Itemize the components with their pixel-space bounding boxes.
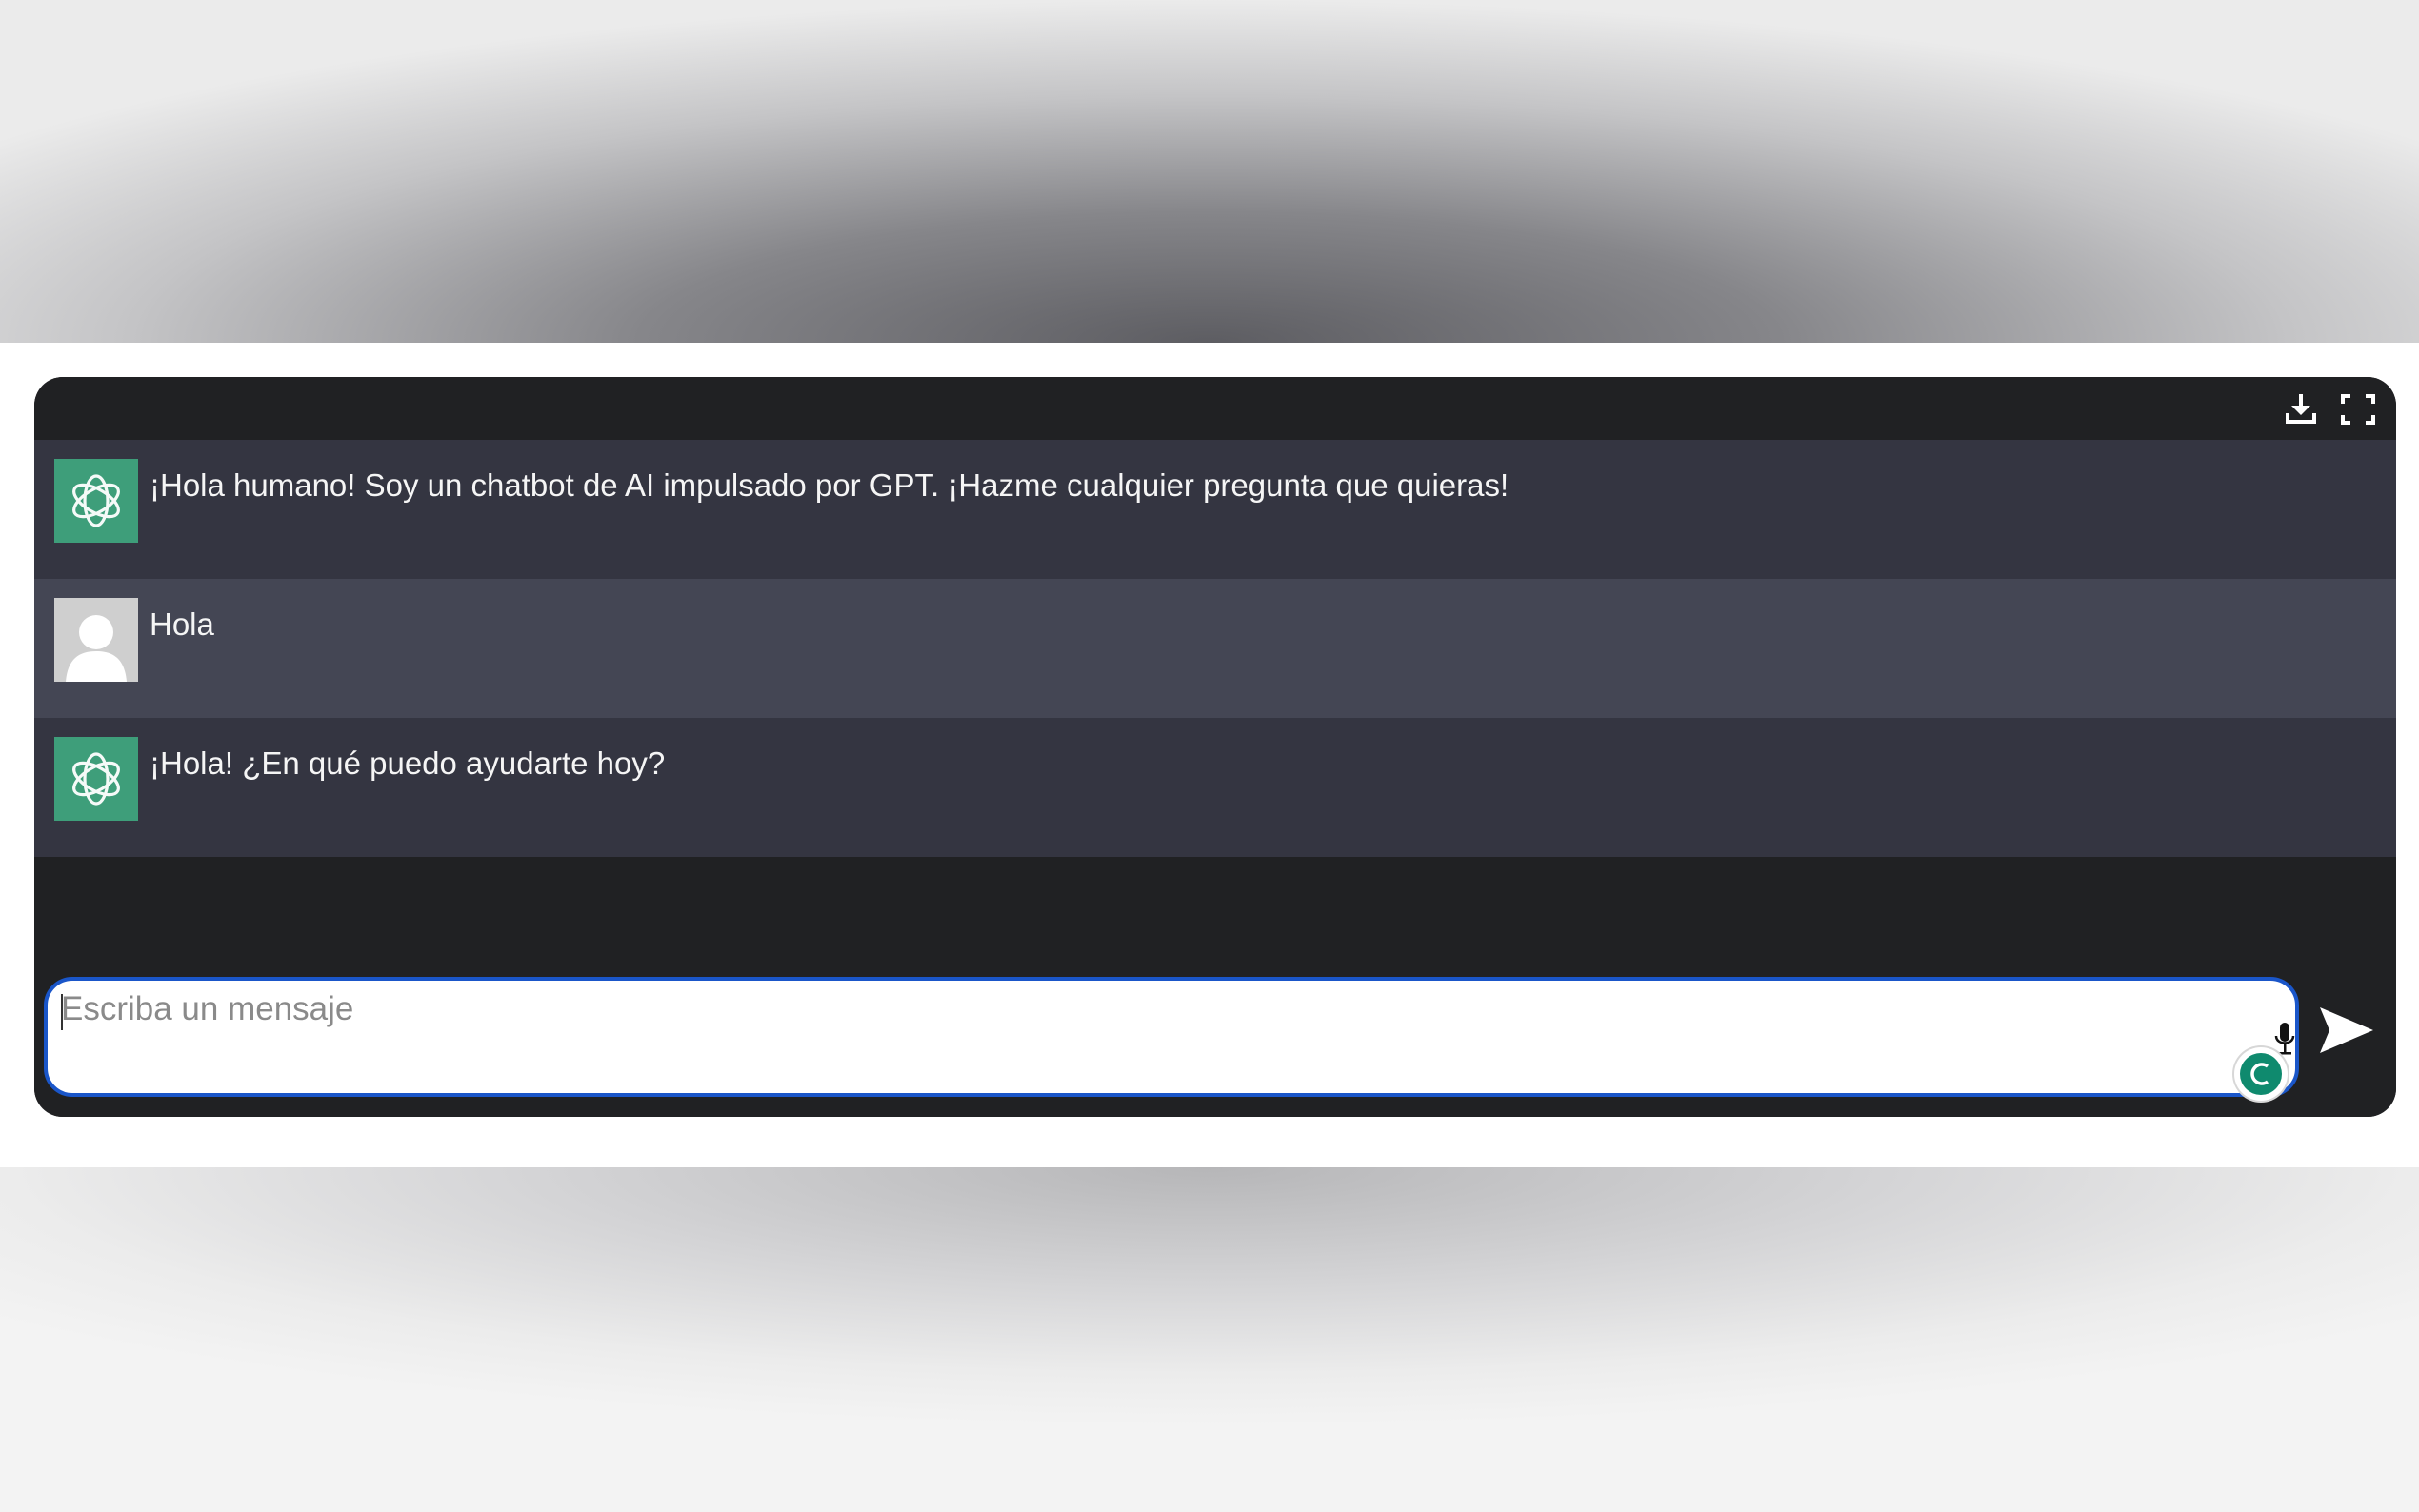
message-text: Hola xyxy=(150,607,214,642)
message-row-bot: ¡Hola humano! Soy un chatbot de AI impul… xyxy=(34,440,2396,579)
message-input[interactable] xyxy=(61,990,2156,1076)
user-avatar-icon xyxy=(54,598,138,682)
text-caret xyxy=(61,994,63,1030)
send-icon[interactable] xyxy=(2316,1004,2377,1057)
chat-widget: ¡Hola humano! Soy un chatbot de AI impul… xyxy=(34,377,2396,1117)
page-background-top xyxy=(0,0,2419,343)
openai-logo-icon xyxy=(54,737,138,821)
grammarly-icon[interactable] xyxy=(2234,1047,2288,1101)
message-list: ¡Hola humano! Soy un chatbot de AI impul… xyxy=(34,440,2396,857)
openai-logo-icon xyxy=(54,459,138,543)
download-icon[interactable] xyxy=(2282,392,2320,427)
message-text: ¡Hola! ¿En qué puedo ayudarte hoy? xyxy=(150,746,666,781)
chat-toolbar xyxy=(34,377,2396,440)
page-background-bottom xyxy=(0,1167,2419,1512)
message-row-user: Hola xyxy=(34,579,2396,718)
message-input-box[interactable] xyxy=(44,977,2299,1101)
chat-input-area xyxy=(34,967,2396,1117)
fullscreen-icon[interactable] xyxy=(2339,392,2377,427)
message-row-bot: ¡Hola! ¿En qué puedo ayudarte hoy? xyxy=(34,718,2396,857)
message-text: ¡Hola humano! Soy un chatbot de AI impul… xyxy=(150,468,1509,503)
